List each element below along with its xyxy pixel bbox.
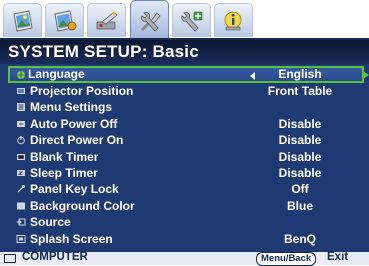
menu-item-sleep-timer[interactable]: Sleep Timer Disable [10, 165, 362, 181]
menu-item-value: Front Table [267, 84, 333, 98]
menu-item-background-color[interactable]: Background Color Blue [10, 198, 362, 214]
background-color-icon [17, 202, 25, 210]
arrow-right-icon[interactable] [363, 71, 369, 79]
menu-item-label: Direct Power On [30, 133, 124, 148]
source-icon [16, 218, 26, 226]
panel-key-lock-icon [17, 185, 25, 193]
osd-menu-panel: SYSTEM SETUP: Basic Language English Pro… [0, 38, 369, 266]
projector-position-icon [17, 88, 25, 94]
direct-power-on-icon [17, 136, 25, 145]
menu-tab-bar [0, 0, 369, 40]
picture-icon [12, 9, 33, 32]
menu-item-value: Disable [278, 116, 322, 131]
system-setup-basic-icon [140, 11, 161, 32]
menu-item-language[interactable]: Language English [8, 66, 369, 83]
tab-system-setup-basic[interactable] [130, 0, 169, 40]
menu-item-auto-power-off[interactable]: Auto Power Off Disable [10, 116, 362, 132]
information-icon [224, 11, 241, 30]
menu-item-label: Background Color [30, 198, 135, 213]
input-source-icon [4, 254, 16, 263]
splash-screen-icon [16, 234, 26, 243]
language-icon [17, 71, 25, 79]
picture-advanced-icon [53, 9, 76, 32]
menu-list: Language English Projector Position Fron… [8, 66, 369, 247]
exit-label: Exit [327, 251, 349, 263]
tab-display[interactable] [87, 3, 126, 37]
display-icon [96, 10, 118, 29]
page-title: SYSTEM SETUP: Basic [8, 42, 199, 61]
menu-item-label: Splash Screen [30, 231, 113, 246]
menu-item-panel-key-lock[interactable]: Panel Key Lock Off [10, 181, 362, 197]
blank-timer-icon [17, 153, 25, 160]
menu-item-label: Panel Key Lock [30, 182, 119, 197]
menu-back-button[interactable]: Menu/Back [256, 252, 317, 266]
sleep-timer-icon [17, 169, 25, 176]
menu-item-label: Blank Timer [30, 149, 99, 164]
menu-item-direct-power-on[interactable]: Direct Power On Disable [10, 132, 362, 148]
menu-footer: COMPUTER Menu/Back Exit [0, 251, 369, 266]
menu-item-source[interactable]: Source [10, 214, 362, 230]
menu-item-label: Projector Position [30, 84, 134, 98]
tab-information[interactable] [214, 3, 253, 37]
menu-item-label: Source [30, 215, 71, 230]
menu-item-splash-screen[interactable]: Splash Screen BenQ [10, 231, 362, 247]
menu-header: SYSTEM SETUP: Basic [0, 40, 369, 64]
menu-item-menu-settings[interactable]: Menu Settings [10, 99, 362, 115]
menu-item-value: Disable [278, 133, 322, 148]
tab-system-setup-advanced[interactable] [172, 3, 211, 37]
menu-settings-icon [17, 103, 25, 112]
menu-item-value: Off [291, 182, 309, 197]
tab-picture-advanced[interactable] [45, 3, 84, 37]
menu-item-label: Auto Power Off [30, 116, 118, 131]
menu-item-blank-timer[interactable]: Blank Timer Disable [10, 149, 362, 165]
auto-power-off-icon [17, 120, 25, 127]
menu-item-projector-position[interactable]: Projector Position Front Table [10, 83, 362, 99]
menu-item-label: Menu Settings [30, 100, 113, 115]
menu-item-value: English [278, 67, 322, 81]
system-setup-advanced-icon [180, 11, 202, 32]
menu-item-value: BenQ [283, 231, 316, 246]
menu-item-label: Language [28, 67, 85, 81]
tab-picture[interactable] [3, 3, 42, 37]
current-source: COMPUTER [22, 251, 88, 263]
menu-item-value: Blue [286, 198, 313, 213]
menu-item-value: Disable [278, 149, 322, 164]
menu-item-value: Disable [278, 165, 322, 180]
menu-item-label: Sleep Timer [30, 165, 98, 180]
